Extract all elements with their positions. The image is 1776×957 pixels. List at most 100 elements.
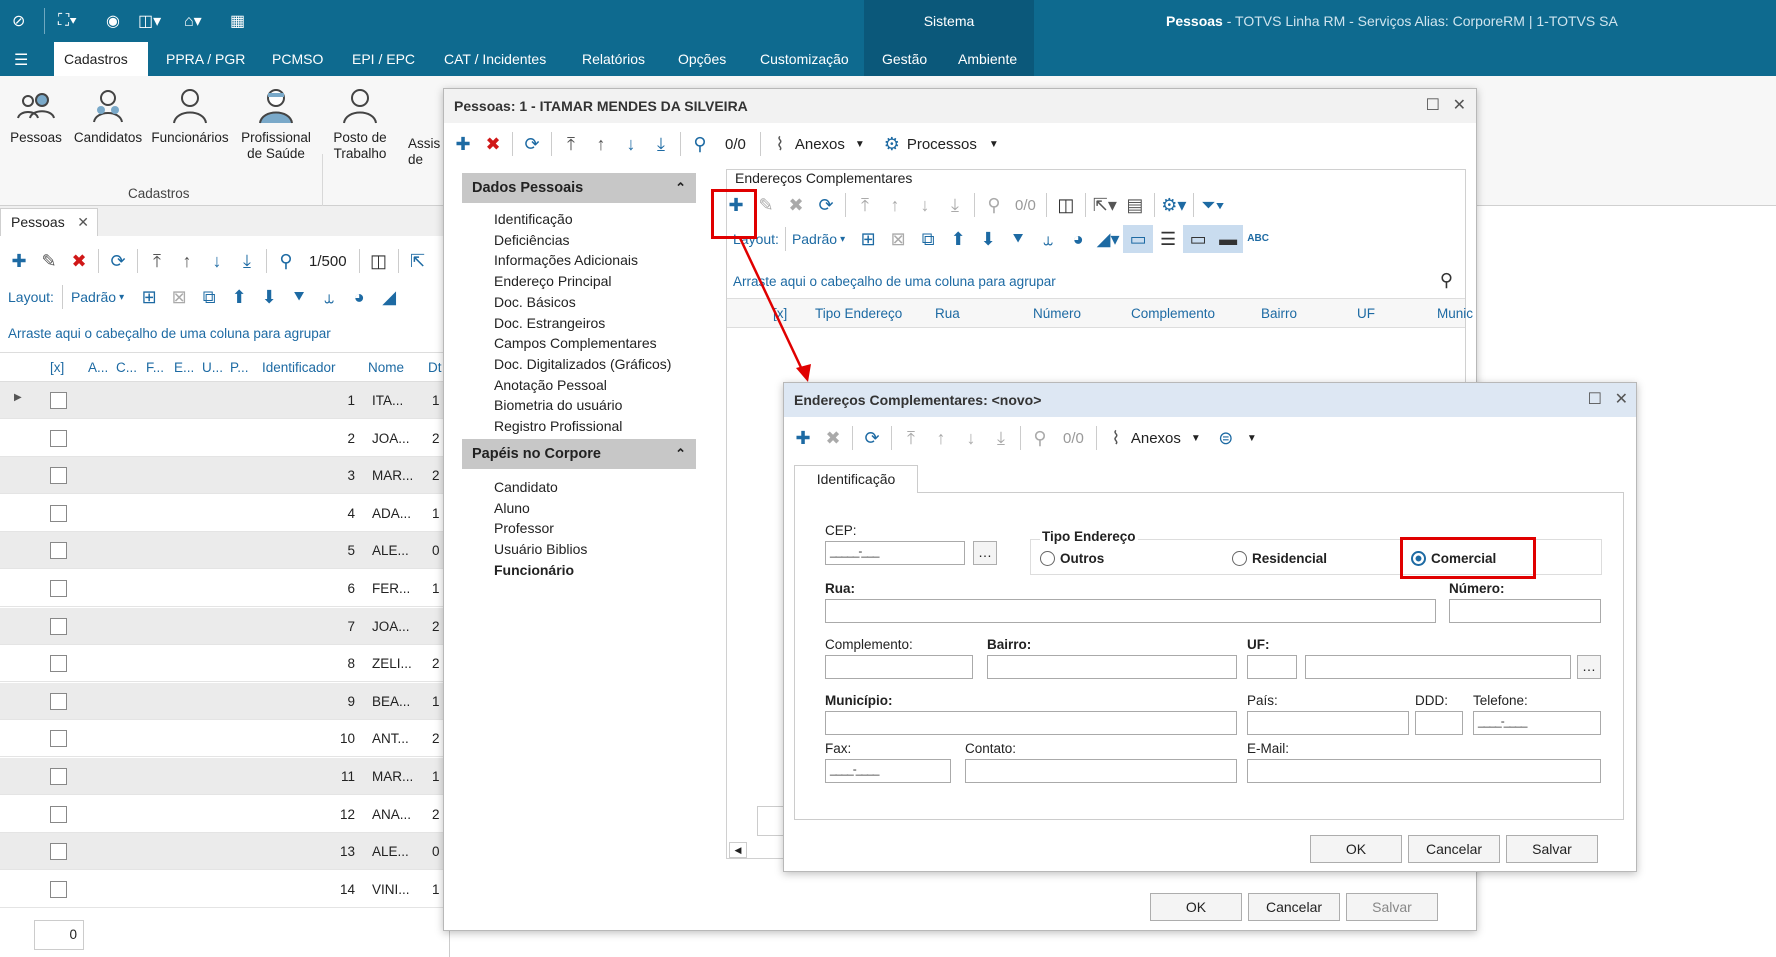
row-checkbox[interactable] <box>50 542 67 560</box>
download-icon[interactable]: ⬇ <box>254 283 284 311</box>
gear-icon[interactable]: ⚙ <box>877 130 907 158</box>
col-e[interactable]: E... <box>174 360 194 375</box>
rua-input[interactable] <box>825 599 1436 623</box>
bairro-input[interactable] <box>987 655 1237 679</box>
cep-input[interactable]: _____-___ <box>825 541 965 565</box>
menu-customizacao[interactable]: Customização <box>746 42 863 76</box>
close-icon[interactable]: ✕ <box>77 209 89 235</box>
col-bairro[interactable]: Bairro <box>1261 306 1297 321</box>
group-icon[interactable]: ⧉ <box>913 225 943 253</box>
search-icon[interactable]: ⚲ <box>1440 270 1453 291</box>
ok-button[interactable]: OK <box>1150 893 1242 921</box>
fax-input[interactable]: ____-____ <box>825 759 951 783</box>
cancel-button[interactable]: Cancelar <box>1408 835 1500 863</box>
radio-outros[interactable]: Outros <box>1040 551 1104 566</box>
menu-ambiente[interactable]: Ambiente <box>944 42 1031 76</box>
sidebar-item[interactable]: Usuário Biblios <box>494 541 587 557</box>
row-checkbox[interactable] <box>50 692 67 710</box>
next-record-icon[interactable]: ↓ <box>616 130 646 158</box>
row-checkbox[interactable] <box>50 467 67 485</box>
tab-pessoas[interactable]: Pessoas ✕ <box>0 208 98 236</box>
municipio-input[interactable] <box>825 711 1237 735</box>
pais-input[interactable] <box>1247 711 1409 735</box>
maximize-icon[interactable]: ☐ <box>1426 89 1440 123</box>
refresh-icon[interactable]: ⟳ <box>103 247 133 275</box>
uf-input[interactable] <box>1247 655 1297 679</box>
row-checkbox[interactable] <box>50 768 67 785</box>
table-row[interactable]: 8 ZELI... 2 <box>0 645 450 683</box>
table-row[interactable]: 2 JOA... 2 <box>0 420 450 457</box>
prev-record-icon[interactable]: ↑ <box>172 247 202 275</box>
filter-icon[interactable]: ⏷▾ <box>1198 191 1228 219</box>
add-icon[interactable]: ✚ <box>448 130 478 158</box>
table-row[interactable]: 13 ALE... 0 <box>0 833 450 871</box>
radio-residencial[interactable]: Residencial <box>1232 551 1327 566</box>
structure-icon[interactable]: ⛶▾ <box>58 10 77 32</box>
section-dados-pessoais[interactable]: Dados Pessoais ⌃ <box>462 173 696 203</box>
col-dt[interactable]: Dt <box>428 360 442 375</box>
menu-ppra[interactable]: PPRA / PGR <box>152 42 259 76</box>
search-icon[interactable]: ⚲ <box>271 247 301 275</box>
table-row[interactable]: 5 ALE... 0 <box>0 532 450 570</box>
col-rua[interactable]: Rua <box>935 306 960 321</box>
close-icon[interactable]: ✕ <box>1615 383 1628 417</box>
window-icon[interactable]: ◉ <box>106 10 120 32</box>
row-checkbox[interactable] <box>50 580 67 597</box>
group-by-hint[interactable]: Arraste aqui o cabeçalho de uma coluna p… <box>733 274 1056 289</box>
collapse-icon[interactable]: ⊠ <box>164 283 194 311</box>
telefone-input[interactable]: ____-____ <box>1473 711 1601 735</box>
numero-input[interactable] <box>1449 599 1601 623</box>
import-icon[interactable]: ⬆ <box>943 225 973 253</box>
expand-icon[interactable]: ⊞ <box>134 283 164 311</box>
home-icon[interactable]: ⌂▾ <box>184 10 202 32</box>
chart-icon[interactable]: ◢▾ <box>1093 225 1123 253</box>
delete-icon[interactable]: ✖ <box>478 130 508 158</box>
prev-record-icon[interactable]: ↑ <box>880 191 910 219</box>
delete-icon[interactable]: ✖ <box>818 424 848 452</box>
row-checkbox[interactable] <box>50 730 67 748</box>
ribbon-profissional-saude-button[interactable]: Profissional de Saúde <box>236 86 316 162</box>
col-u[interactable]: U... <box>202 360 223 375</box>
next-record-icon[interactable]: ↓ <box>956 424 986 452</box>
sidebar-item[interactable]: Biometria do usuário <box>494 397 622 413</box>
view-top-icon[interactable]: ▭ <box>1183 225 1214 253</box>
next-record-icon[interactable]: ↓ <box>202 247 232 275</box>
col-tipo-endereco[interactable]: Tipo Endereço <box>815 306 902 321</box>
sidebar-item[interactable]: Anotação Pessoal <box>494 377 607 393</box>
export-icon[interactable]: ⇱▾ <box>1090 191 1120 219</box>
menu-pcmso[interactable]: PCMSO <box>258 42 337 76</box>
sidebar-item[interactable]: Doc. Digitalizados (Gráficos) <box>494 356 671 372</box>
col-c[interactable]: C... <box>116 360 137 375</box>
menu-cat[interactable]: CAT / Incidentes <box>430 42 560 76</box>
app-menu-icon[interactable]: ☰ <box>14 49 28 71</box>
sidebar-item[interactable]: Aluno <box>494 500 530 516</box>
window-menu-icon[interactable]: ◫▾ <box>138 10 161 32</box>
ribbon-posto-trabalho-button[interactable]: Posto de Trabalho <box>326 86 394 162</box>
col-select[interactable]: [x] <box>50 360 64 375</box>
refresh-icon[interactable]: ⟳ <box>517 130 547 158</box>
first-record-icon[interactable]: ⤒ <box>850 191 880 219</box>
table-row[interactable]: 3 MAR... 2 <box>0 457 450 495</box>
col-f[interactable]: F... <box>146 360 164 375</box>
table-row[interactable]: 12 ANA... 2 <box>0 796 450 833</box>
col-uf[interactable]: UF <box>1357 306 1375 321</box>
edit-icon[interactable]: ✎ <box>34 247 64 275</box>
row-checkbox[interactable] <box>50 805 67 823</box>
ribbon-candidatos-button[interactable]: Candidatos <box>70 86 146 146</box>
row-checkbox[interactable] <box>50 429 67 447</box>
save-button[interactable]: Salvar <box>1346 893 1438 921</box>
calculator-icon[interactable]: ▦ <box>230 10 245 32</box>
col-p[interactable]: P... <box>230 360 249 375</box>
download-icon[interactable]: ⬇ <box>973 225 1003 253</box>
col-select[interactable]: [x] <box>773 306 787 321</box>
tab-identificacao[interactable]: Identificação <box>794 465 918 493</box>
table-row[interactable]: 10 ANT... 2 <box>0 720 450 758</box>
collapse-icon[interactable]: ⊠ <box>883 225 913 253</box>
layout-dropdown[interactable]: Padrão <box>792 231 837 247</box>
view-middle-icon[interactable]: ▬ <box>1213 225 1244 253</box>
ddd-input[interactable] <box>1415 711 1463 735</box>
ribbon-assis-button[interactable]: Assis de <box>408 136 440 168</box>
table-row[interactable]: 9 BEA... 1 <box>0 682 450 720</box>
last-record-icon[interactable]: ⤓ <box>986 424 1016 452</box>
sidebar-item[interactable]: Campos Complementares <box>494 335 657 351</box>
